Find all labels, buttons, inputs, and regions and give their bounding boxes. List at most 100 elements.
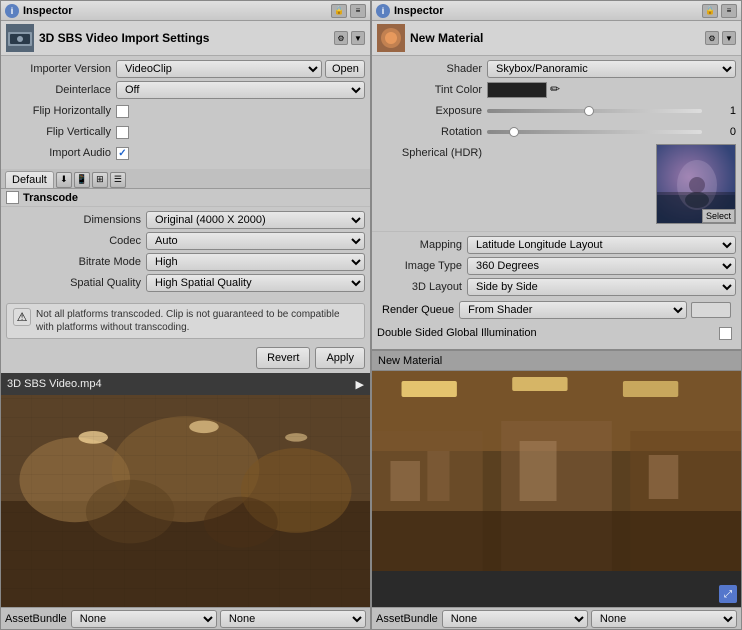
- component-gear[interactable]: ⚙: [334, 31, 348, 45]
- import-audio-checkbox[interactable]: [116, 147, 129, 160]
- bitrate-label: Bitrate Mode: [16, 256, 146, 268]
- video-filename: 3D SBS Video.mp4: [7, 378, 102, 390]
- right-lock-button[interactable]: 🔒: [702, 4, 718, 18]
- codec-select[interactable]: Auto: [146, 232, 365, 250]
- spherical-left: Spherical (HDR): [377, 144, 656, 165]
- right-inspector-title: Inspector: [394, 5, 702, 17]
- right-header-icons: 🔒 ≡: [702, 4, 737, 18]
- transcode-fields: Dimensions Original (4000 X 2000) Codec …: [1, 207, 370, 299]
- deinterlace-select[interactable]: Off: [116, 81, 365, 99]
- deinterlace-row: Deinterlace Off: [6, 81, 365, 99]
- spatial-quality-label: Spatial Quality: [16, 277, 146, 289]
- shader-label: Shader: [377, 63, 487, 75]
- mapping-select[interactable]: Latitude Longitude Layout: [467, 236, 736, 254]
- right-menu-button[interactable]: ≡: [721, 4, 737, 18]
- spatial-quality-select[interactable]: High Spatial Quality: [146, 274, 365, 292]
- exposure-row: Exposure 1: [377, 102, 736, 120]
- transcode-checkbox[interactable]: [6, 191, 19, 204]
- select-button[interactable]: Select: [702, 209, 735, 223]
- revert-button[interactable]: Revert: [256, 347, 310, 369]
- transcode-header: Transcode: [1, 189, 370, 207]
- shader-row: Shader Skybox/Panoramic: [377, 60, 736, 78]
- import-audio-row: Import Audio: [6, 144, 365, 162]
- shader-select[interactable]: Skybox/Panoramic: [487, 60, 736, 78]
- right-inspector-header: i Inspector 🔒 ≡: [372, 1, 741, 21]
- rotation-value: 0: [706, 126, 736, 138]
- material-preview-title: New Material: [378, 355, 442, 367]
- header-icons: 🔒 ≡: [331, 4, 366, 18]
- layout-3d-select[interactable]: Side by Side: [467, 278, 736, 296]
- importer-version-select[interactable]: VideoClip: [116, 60, 322, 78]
- asset-bundle-select2-right[interactable]: None: [591, 610, 737, 628]
- material-component-header: New Material ⚙ ▼: [372, 21, 741, 56]
- flip-h-row: Flip Horizontally: [6, 102, 365, 120]
- spherical-section: Spherical (HDR): [377, 144, 736, 224]
- material-menu[interactable]: ▼: [722, 31, 736, 45]
- lock-button[interactable]: 🔒: [331, 4, 347, 18]
- material-title: New Material: [410, 31, 702, 45]
- warning-box: ⚠ Not all platforms transcoded. Clip is …: [6, 303, 365, 339]
- double-sided-row: Double Sided Global Illumination: [377, 324, 736, 342]
- exposure-thumb[interactable]: [584, 106, 594, 116]
- deinterlace-label: Deinterlace: [6, 84, 116, 96]
- video-svg: [1, 395, 370, 607]
- bitrate-select[interactable]: High: [146, 253, 365, 271]
- pipette-icon[interactable]: ✏: [550, 82, 566, 98]
- rotation-label: Rotation: [377, 126, 487, 138]
- expand-icon[interactable]: ⤢: [719, 585, 737, 603]
- open-button[interactable]: Open: [325, 60, 365, 78]
- rotation-slider-container: 0: [487, 126, 736, 138]
- warning-icon: ⚠: [13, 308, 31, 326]
- material-icon: [377, 24, 405, 52]
- asset-bundle-select2-left[interactable]: None: [220, 610, 366, 628]
- material-fields: Shader Skybox/Panoramic Tint Color ✏ Exp…: [372, 56, 741, 231]
- asset-bundle-select1-right[interactable]: None: [442, 610, 588, 628]
- left-inspector-header: i Inspector 🔒 ≡: [1, 1, 370, 21]
- right-panel: i Inspector 🔒 ≡ New Material ⚙ ▼ Shader …: [371, 0, 742, 630]
- bitrate-row: Bitrate Mode High: [16, 253, 365, 271]
- render-queue-select[interactable]: From Shader: [459, 301, 687, 319]
- render-queue-row: Render Queue From Shader 1000: [377, 299, 736, 321]
- warning-text: Not all platforms transcoded. Clip is no…: [36, 308, 358, 334]
- double-sided-checkbox[interactable]: [719, 327, 732, 340]
- right-asset-bundle: AssetBundle None None: [372, 607, 741, 629]
- rotation-thumb[interactable]: [509, 127, 519, 137]
- tv-tab[interactable]: ⊞: [92, 172, 108, 188]
- codec-label: Codec: [16, 235, 146, 247]
- play-icon[interactable]: ▶: [356, 378, 364, 391]
- exposure-track[interactable]: [487, 109, 702, 113]
- asset-bundle-select1-left[interactable]: None: [71, 610, 217, 628]
- apply-button[interactable]: Apply: [315, 347, 365, 369]
- component-menu[interactable]: ▼: [351, 31, 365, 45]
- video-360-content: [1, 395, 370, 607]
- tint-color-swatch[interactable]: [487, 82, 547, 98]
- spherical-row: Spherical (HDR): [377, 144, 656, 162]
- default-tab[interactable]: Default: [5, 171, 54, 188]
- thumbnail-preview[interactable]: Select: [656, 144, 736, 224]
- flip-h-checkbox[interactable]: [116, 105, 129, 118]
- download-tab[interactable]: ⬇: [56, 172, 72, 188]
- web-tab[interactable]: ☰: [110, 172, 126, 188]
- exposure-slider-container: 1: [487, 105, 736, 117]
- double-sided-label: Double Sided Global Illumination: [377, 327, 719, 339]
- video-header: 3D SBS Video.mp4 ▶: [1, 373, 370, 395]
- dimensions-label: Dimensions: [16, 214, 146, 226]
- info-icon: i: [5, 4, 19, 18]
- video-preview: [1, 395, 370, 607]
- rotation-track[interactable]: [487, 130, 702, 134]
- flip-v-row: Flip Vertically: [6, 123, 365, 141]
- left-inspector-title: Inspector: [23, 5, 331, 17]
- import-settings-fields: Importer Version VideoClip Open Deinterl…: [1, 56, 370, 169]
- exposure-value: 1: [706, 105, 736, 117]
- flip-v-checkbox[interactable]: [116, 126, 129, 139]
- render-queue-value[interactable]: 1000: [691, 302, 731, 318]
- transcode-label: Transcode: [23, 192, 78, 204]
- image-type-select[interactable]: 360 Degrees: [467, 257, 736, 275]
- menu-button[interactable]: ≡: [350, 4, 366, 18]
- component-title: 3D SBS Video Import Settings: [39, 31, 331, 45]
- action-buttons: Revert Apply: [1, 343, 370, 373]
- material-preview-header: New Material: [372, 349, 741, 371]
- material-gear[interactable]: ⚙: [705, 31, 719, 45]
- dimensions-select[interactable]: Original (4000 X 2000): [146, 211, 365, 229]
- mobile-tab[interactable]: 📱: [74, 172, 90, 188]
